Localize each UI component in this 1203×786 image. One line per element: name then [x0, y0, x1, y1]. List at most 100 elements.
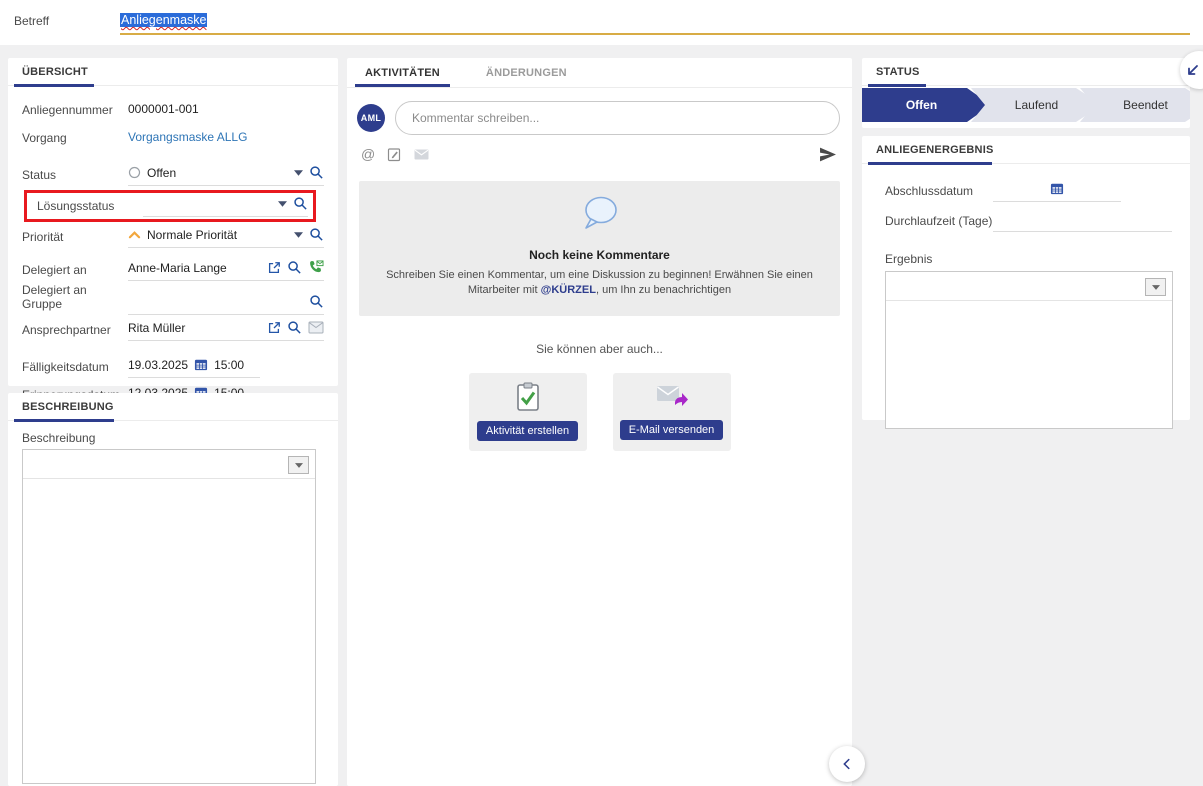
send-icon[interactable]: [818, 146, 838, 163]
no-comments-text-part2: , um Ihn zu benachrichtigen: [596, 284, 731, 296]
overview-header: ÜBERSICHT: [8, 58, 338, 86]
abschlussdatum-field[interactable]: [993, 179, 1121, 202]
status-value: Offen: [147, 166, 176, 180]
tab-aktivitaeten[interactable]: AKTIVITÄTEN: [359, 60, 446, 85]
delegiert-an-label: Delegiert an: [22, 263, 128, 281]
field-row-durchlaufzeit: Durchlaufzeit (Tage): [885, 208, 1172, 232]
overview-title-underline: [14, 84, 94, 87]
search-icon[interactable]: [309, 294, 324, 309]
betreff-selected-text: Anliegenmaske: [120, 13, 207, 27]
search-icon[interactable]: [287, 320, 302, 335]
description-header: BESCHREIBUNG: [8, 393, 338, 421]
status-steps: Offen Laufend Beendet: [862, 88, 1190, 122]
betreff-label: Betreff: [14, 14, 49, 28]
field-row-status: Status Offen: [22, 162, 324, 186]
result-header: ANLIEGENERGEBNIS: [862, 136, 1190, 164]
field-row-ansprechpartner: Ansprechpartner Rita Müller: [22, 317, 324, 341]
faelligkeitsdatum-field[interactable]: 19.03.2025 15:00: [128, 355, 260, 378]
tab-aenderungen[interactable]: ÄNDERUNGEN: [480, 60, 573, 85]
delegiert-an-field[interactable]: Anne-Maria Lange: [128, 258, 324, 281]
chevron-down-icon[interactable]: [294, 170, 303, 176]
durchlaufzeit-field[interactable]: [993, 209, 1172, 232]
faelligkeitsdatum-date: 19.03.2025: [128, 358, 188, 372]
status-step-beendet[interactable]: Beendet: [1080, 88, 1190, 122]
status-title-underline: [868, 84, 926, 87]
memo-dropdown-button[interactable]: [1145, 278, 1166, 296]
mail-forward-icon: [655, 383, 689, 411]
result-title: ANLIEGENERGEBNIS: [876, 144, 994, 156]
ergebnis-label: Ergebnis: [885, 252, 1172, 266]
phone-email-icon[interactable]: [308, 260, 324, 275]
arrow-down-left-icon: [1185, 63, 1201, 79]
ansprechpartner-field[interactable]: Rita Müller: [128, 318, 324, 341]
radio-icon: [128, 166, 141, 179]
activities-panel: AKTIVITÄTEN ÄNDERUNGEN AML @ Noch kein: [347, 58, 852, 786]
beschreibung-textarea[interactable]: [22, 449, 316, 784]
search-icon[interactable]: [309, 227, 324, 242]
field-row-prioritaet: Priorität Normale Priorität: [22, 224, 324, 248]
loesungsstatus-combobox[interactable]: [143, 194, 308, 217]
email-icon[interactable]: [308, 321, 324, 334]
loesungsstatus-label: Lösungsstatus: [37, 199, 143, 217]
search-icon[interactable]: [293, 196, 308, 211]
create-activity-card: Aktivität erstellen: [469, 373, 587, 451]
note-icon[interactable]: [387, 147, 401, 162]
create-activity-button[interactable]: Aktivität erstellen: [477, 421, 578, 441]
status-combobox[interactable]: Offen: [128, 163, 324, 186]
delegiert-an-gruppe-field[interactable]: [128, 292, 324, 315]
overview-title: ÜBERSICHT: [22, 66, 88, 78]
field-row-anliegennummer: Anliegennummer 0000001-001: [22, 97, 324, 121]
abschlussdatum-label: Abschlussdatum: [885, 184, 993, 202]
no-comments-title: Noch keine Kommentare: [385, 248, 814, 262]
chevron-down-icon[interactable]: [278, 201, 287, 207]
vorgang-label: Vorgang: [22, 131, 128, 149]
betreff-input[interactable]: Anliegenmaske: [120, 7, 1190, 35]
anliegen-detail-screen: Betreff Anliegenmaske ÜBERSICHT Anliegen…: [0, 0, 1203, 786]
loesungsstatus-highlight-box: Lösungsstatus: [24, 190, 316, 222]
description-title-underline: [14, 419, 114, 422]
speech-bubble-icon: [574, 193, 626, 235]
field-row-delegiert-an: Delegiert an Anne-Maria Lange: [22, 257, 324, 281]
status-label: Status: [22, 168, 128, 186]
send-email-card: E-Mail versenden: [613, 373, 731, 451]
mention-icon[interactable]: @: [361, 146, 375, 162]
prioritaet-combobox[interactable]: Normale Priorität: [128, 225, 324, 248]
status-panel: STATUS Offen Laufend Beendet: [862, 58, 1190, 128]
open-record-icon[interactable]: [267, 321, 281, 335]
calendar-icon[interactable]: [194, 358, 208, 371]
status-step-offen[interactable]: Offen: [862, 88, 991, 122]
memo-dropdown-button[interactable]: [288, 456, 309, 474]
prioritaet-value: Normale Priorität: [147, 228, 237, 242]
priority-icon: [128, 229, 141, 240]
result-panel: ANLIEGENERGEBNIS Abschlussdatum Durchlau…: [862, 136, 1190, 420]
description-panel: BESCHREIBUNG Beschreibung: [8, 393, 338, 786]
status-title: STATUS: [876, 66, 920, 78]
send-email-button[interactable]: E-Mail versenden: [620, 420, 724, 440]
email-icon[interactable]: [413, 148, 430, 161]
delegiert-an-gruppe-label: Delegiert an Gruppe: [22, 283, 128, 315]
durchlaufzeit-label: Durchlaufzeit (Tage): [885, 214, 993, 232]
field-row-faelligkeitsdatum: Fälligkeitsdatum 19.03.2025 15:00: [22, 354, 324, 378]
status-header: STATUS: [862, 58, 1190, 86]
field-row-delegiert-an-gruppe: Delegiert an Gruppe: [22, 283, 324, 315]
search-icon[interactable]: [309, 165, 324, 180]
vorgang-link[interactable]: Vorgangsmaske ALLG: [128, 130, 247, 144]
ansprechpartner-label: Ansprechpartner: [22, 323, 128, 341]
description-title: BESCHREIBUNG: [22, 401, 114, 413]
prioritaet-label: Priorität: [22, 230, 128, 248]
chevron-down-icon[interactable]: [294, 232, 303, 238]
calendar-icon[interactable]: [1050, 182, 1064, 195]
collapse-panel-button[interactable]: [829, 746, 865, 782]
result-title-underline: [868, 162, 992, 165]
anliegennummer-label: Anliegennummer: [22, 103, 128, 121]
ergebnis-textarea[interactable]: [885, 271, 1173, 429]
clipboard-check-icon: [515, 382, 541, 412]
open-record-icon[interactable]: [267, 261, 281, 275]
activities-tabbar: AKTIVITÄTEN ÄNDERUNGEN: [347, 58, 852, 88]
comment-input[interactable]: [395, 101, 840, 135]
search-icon[interactable]: [287, 260, 302, 275]
status-step-laufend[interactable]: Laufend: [971, 88, 1102, 122]
anliegennummer-value: 0000001-001: [128, 102, 199, 116]
subject-bar: Betreff Anliegenmaske: [0, 0, 1203, 45]
mention-hint: @KÜRZEL: [541, 284, 596, 296]
